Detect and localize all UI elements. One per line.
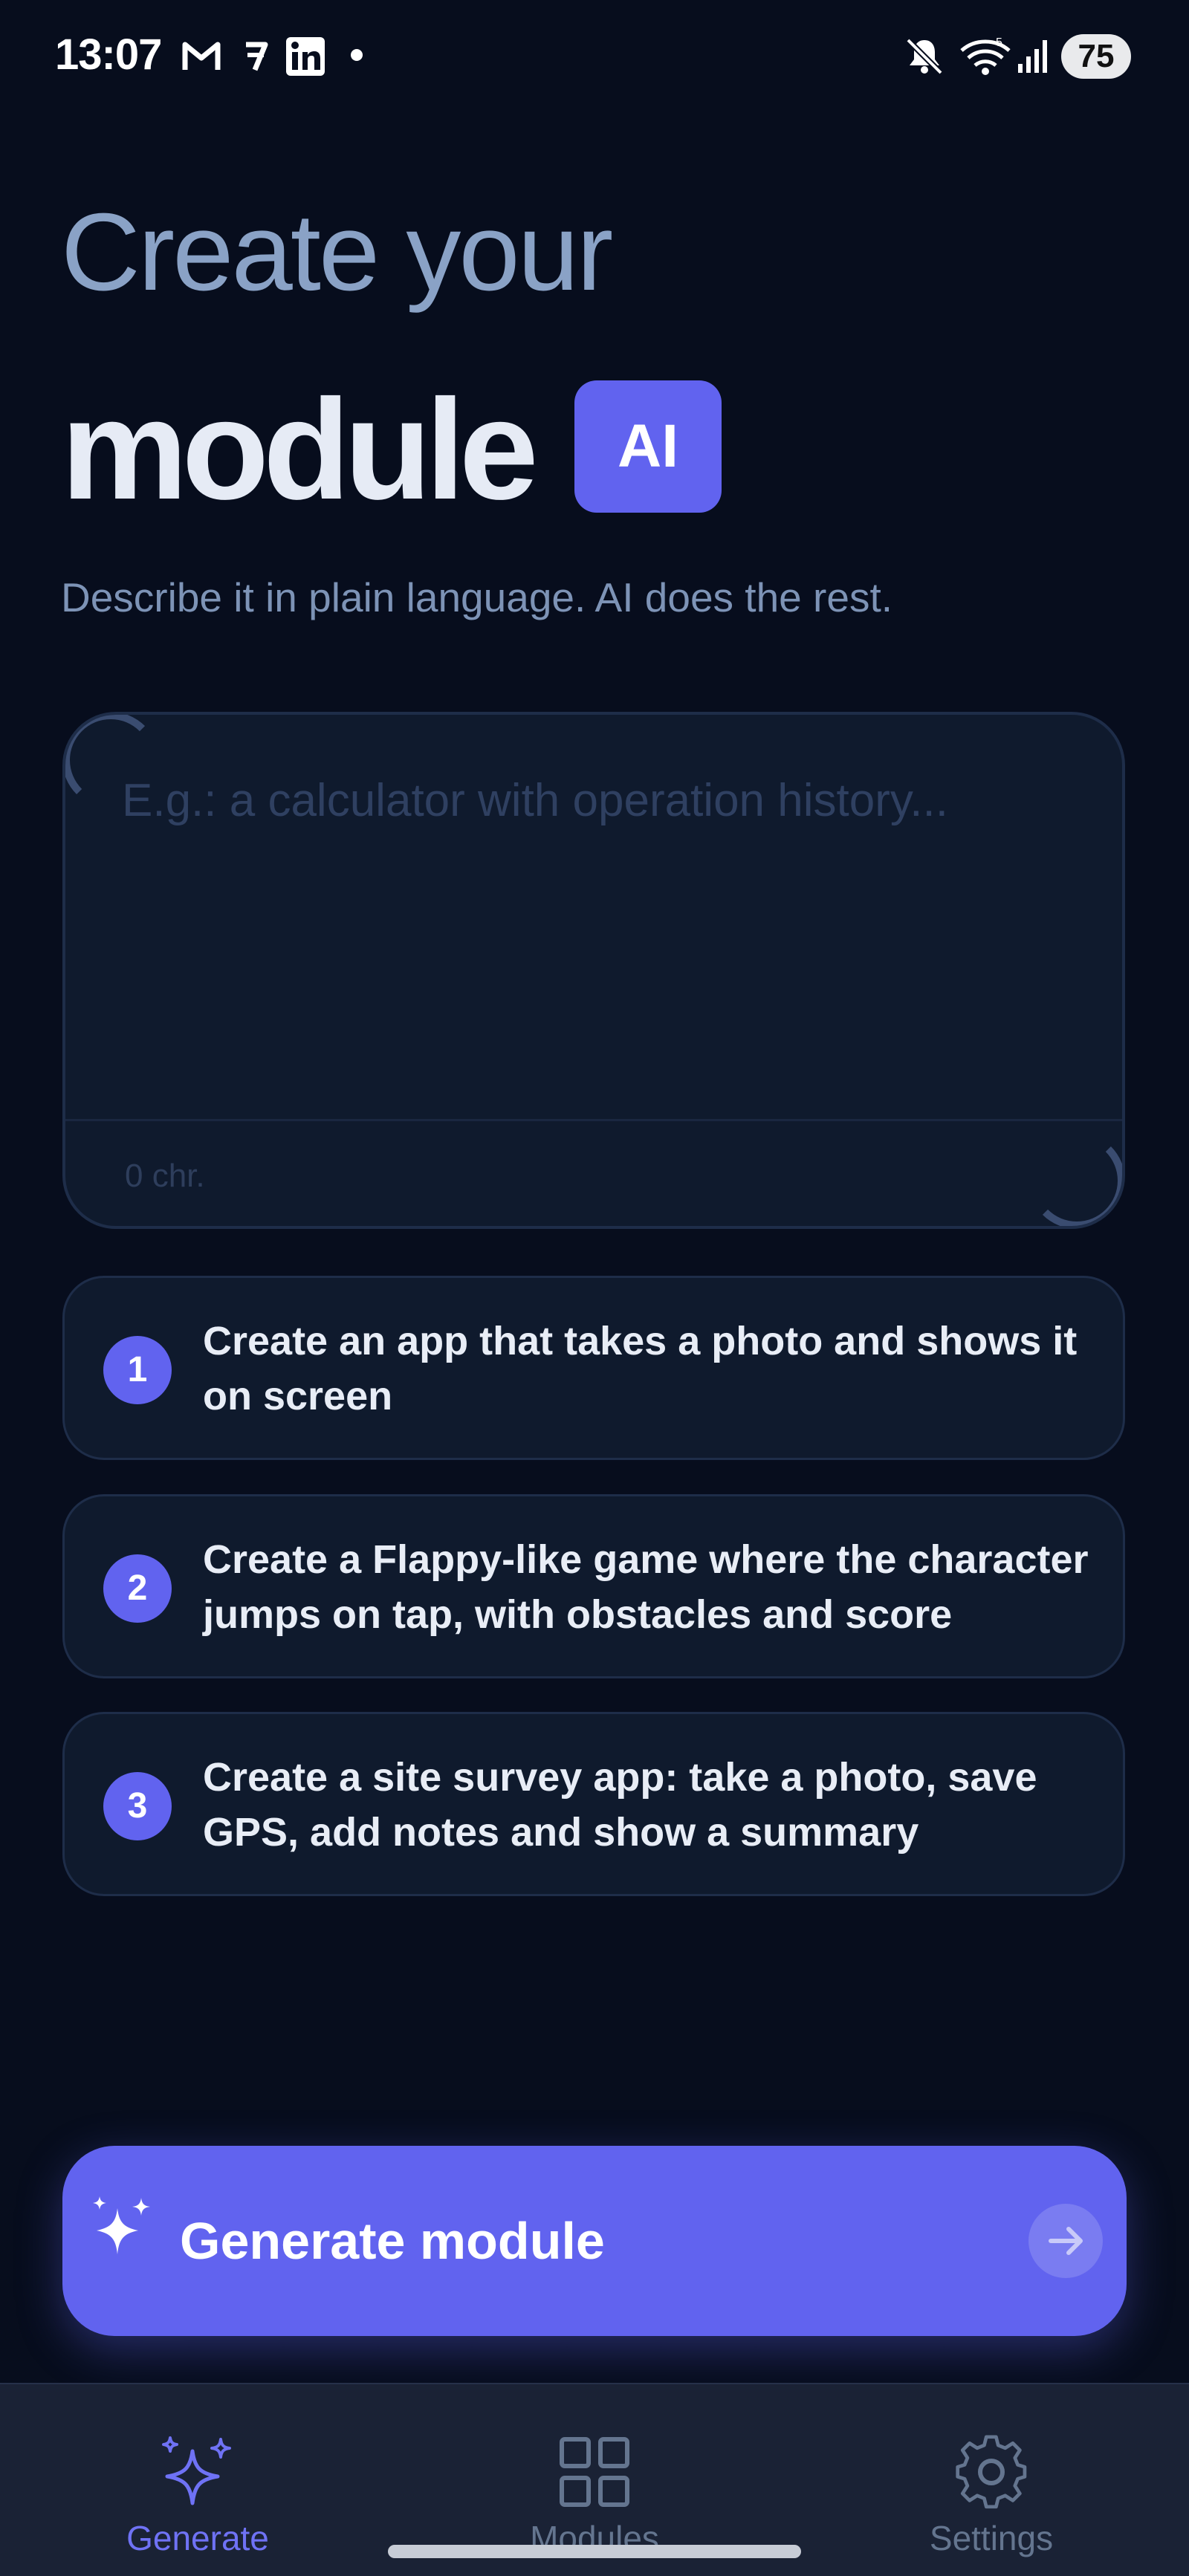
sparkles-icon [93,2196,150,2254]
corner-accent-bottom-right [1028,1132,1122,1226]
headline-line-1: Create your [61,191,613,314]
sparkles-icon [162,2436,231,2505]
battery-indicator: 75 [1061,34,1131,79]
ai-badge: AI [574,380,722,513]
suggestion-number: 2 [103,1554,172,1623]
signal-icon [1018,40,1047,73]
generate-module-button[interactable]: Generate module [62,2146,1127,2336]
wifi-icon: 5 [960,36,1011,75]
nav-label-generate: Generate [126,2519,269,2557]
suggestion-text: Create a site survey app: take a photo, … [203,1755,1037,1855]
suggestion-number: 1 [103,1336,172,1404]
prompt-box: 0 chr. [62,712,1125,1229]
suggestion-text: Create a Flappy-like game where the char… [203,1537,1089,1637]
nav-item-generate[interactable]: Generate [49,2384,346,2576]
generate-button-label: Generate module [180,2212,605,2270]
prompt-input[interactable] [122,774,1073,1071]
suggestion-number: 3 [103,1772,172,1840]
home-indicator[interactable] [388,2545,801,2558]
gear-icon [956,2435,1027,2509]
linkedin-icon [286,37,325,76]
gmail-icon [182,42,221,70]
dot-icon [351,49,363,61]
app-notification-icon [246,42,268,71]
wifi-band-label: 5 [996,36,1002,49]
suggestion-card-2[interactable]: 2 Create a Flappy-like game where the ch… [62,1494,1125,1678]
status-time: 13:07 [55,30,162,79]
page-subtitle: Describe it in plain language. AI does t… [61,574,893,620]
mute-icon [906,38,943,75]
suggestion-text: Create an app that takes a photo and sho… [203,1319,1078,1418]
app-screen: 13:07 5 75 Create your module AI Describ… [0,0,1189,2576]
grid-icon [560,2437,629,2507]
suggestion-card-1[interactable]: 1 Create an app that takes a photo and s… [62,1276,1125,1460]
nav-item-settings[interactable]: Settings [843,2384,1140,2576]
char-counter: 0 chr. [125,1158,205,1194]
headline-line-2: module [61,369,539,529]
prompt-divider [65,1119,1122,1121]
status-bar: 13:07 5 75 [0,0,1189,111]
nav-label-settings: Settings [929,2519,1054,2557]
arrow-right-icon [1028,2204,1103,2278]
suggestion-card-3[interactable]: 3 Create a site survey app: take a photo… [62,1712,1125,1896]
